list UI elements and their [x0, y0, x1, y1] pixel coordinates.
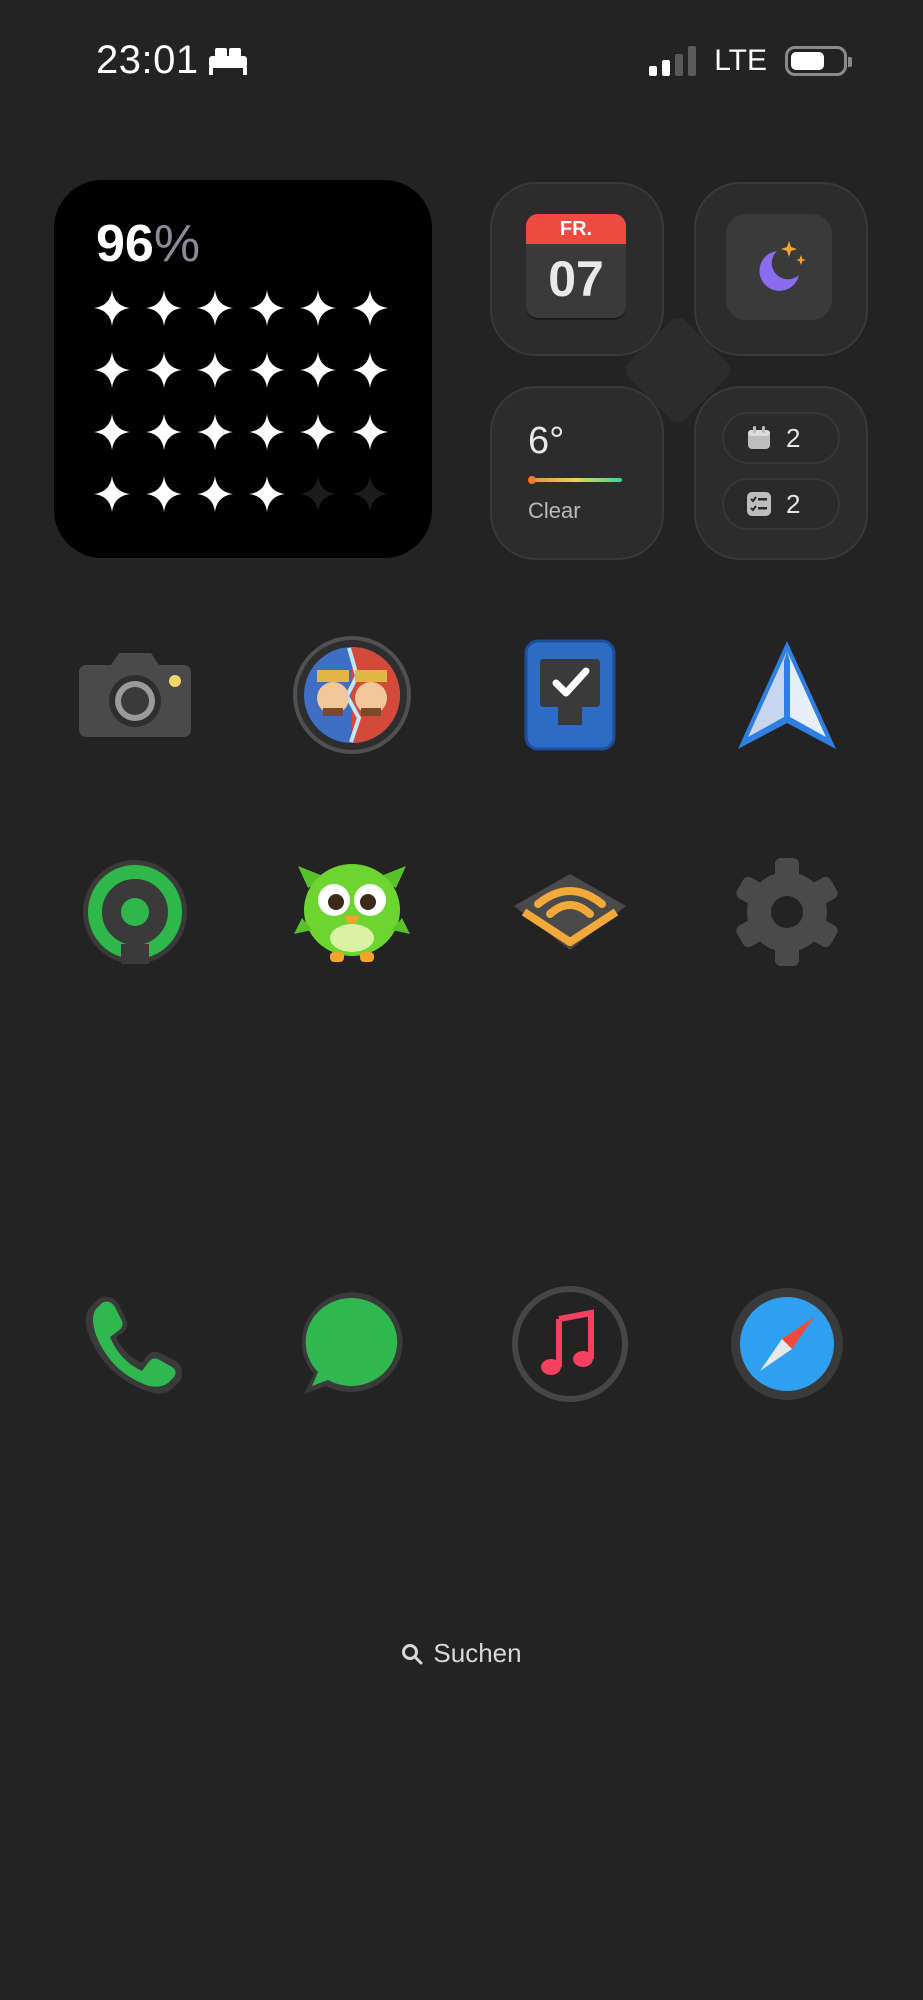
checklist-icon: [747, 492, 771, 516]
sleep-score-widget[interactable]: 96%: [54, 180, 432, 558]
star-filled-icon: [197, 352, 233, 388]
star-filled-icon: [248, 352, 285, 388]
star-empty-icon: [351, 476, 388, 512]
settings-app[interactable]: [727, 852, 847, 972]
star-rating-grid: [94, 290, 403, 538]
status-indicators: LTE: [649, 44, 852, 78]
events-count: 2: [786, 422, 801, 453]
calendar-day: 07: [548, 251, 604, 307]
phone-icon: [85, 1296, 183, 1394]
reminders-count: 2: [786, 488, 801, 519]
reminders-count-pill[interactable]: 2: [722, 478, 840, 530]
music-app[interactable]: [510, 1284, 630, 1404]
compass-icon: [731, 1288, 843, 1400]
battery-icon: [785, 46, 852, 76]
star-filled-icon: [94, 352, 130, 388]
checkbox-icon: [524, 639, 616, 751]
search-label: Suchen: [433, 1638, 522, 1668]
gear-icon: [736, 858, 838, 966]
star-filled-icon: [300, 414, 336, 450]
moon-stars-icon: [759, 241, 806, 291]
star-empty-icon: [300, 476, 336, 512]
star-filled-icon: [248, 414, 285, 450]
status-time-group: 23:01: [96, 38, 249, 83]
duolingo-app[interactable]: [292, 852, 412, 972]
star-filled-icon: [145, 476, 182, 512]
star-filled-icon: [248, 476, 285, 512]
star-filled-icon: [94, 290, 130, 326]
location-app[interactable]: [75, 852, 195, 972]
music-note-icon: [512, 1286, 628, 1402]
calendar-date-tile[interactable]: FR. 07: [526, 214, 626, 318]
todo-app[interactable]: [510, 635, 630, 755]
bed-icon: [208, 47, 247, 75]
messages-app[interactable]: [292, 1284, 412, 1404]
star-filled-icon: [145, 414, 182, 450]
star-filled-icon: [351, 352, 388, 388]
weather-temperature: 6°: [528, 420, 565, 462]
info-cluster-widget[interactable]: FR. 07 6° Clear 2 2: [488, 180, 868, 560]
camera-icon: [79, 653, 191, 737]
star-filled-icon: [351, 290, 388, 326]
weather-blob: [490, 386, 664, 560]
carrier-label: LTE: [714, 44, 767, 77]
star-filled-icon: [145, 290, 182, 326]
audible-app[interactable]: [510, 852, 630, 972]
search-icon: [402, 1643, 423, 1664]
star-filled-icon: [197, 414, 233, 450]
spotlight-search-button[interactable]: Suchen: [0, 1638, 923, 1669]
clash-royale-app[interactable]: [292, 635, 412, 755]
star-filled-icon: [94, 414, 130, 450]
star-filled-icon: [197, 476, 233, 512]
signal-strength-icon: [649, 46, 697, 76]
star-filled-icon: [300, 352, 336, 388]
sleep-score-symbol: %: [153, 215, 201, 273]
message-bubble-icon: [301, 1292, 403, 1394]
temperature-range-bar: [528, 476, 622, 484]
calendar-weekday: FR.: [526, 214, 626, 244]
clock-label: 23:01: [96, 38, 199, 82]
star-filled-icon: [94, 476, 130, 512]
star-filled-icon: [300, 290, 336, 326]
safari-app[interactable]: [727, 1284, 847, 1404]
game-icon: [293, 636, 411, 754]
location-ring-icon: [83, 860, 187, 964]
spark-mail-app[interactable]: [727, 635, 847, 755]
sleep-mode-button[interactable]: [726, 214, 832, 320]
owl-icon: [294, 864, 410, 962]
star-filled-icon: [248, 290, 285, 326]
paper-plane-icon: [738, 641, 836, 749]
sleep-score-value: 96: [96, 215, 154, 273]
star-filled-icon: [197, 290, 233, 326]
audible-icon: [514, 874, 626, 950]
star-filled-icon: [145, 352, 182, 388]
phone-app[interactable]: [75, 1284, 195, 1404]
events-count-pill[interactable]: 2: [722, 412, 840, 464]
camera-app[interactable]: [75, 635, 195, 755]
star-filled-icon: [351, 414, 388, 450]
sleep-score: 96%: [96, 214, 200, 274]
weather-condition: Clear: [528, 498, 581, 523]
calendar-icon: [748, 426, 770, 449]
